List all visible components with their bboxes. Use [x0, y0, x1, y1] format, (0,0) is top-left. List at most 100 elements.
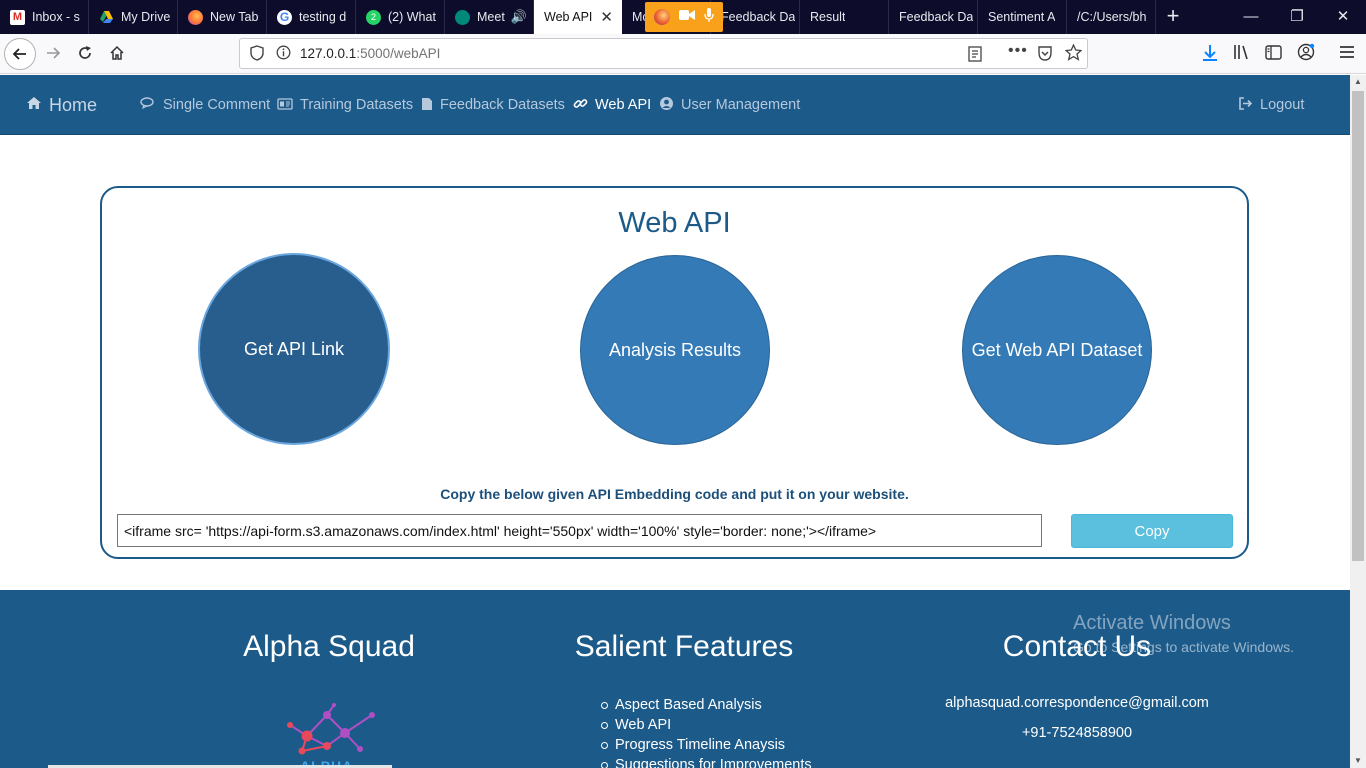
embed-code-field[interactable] — [117, 514, 1042, 547]
forward-button[interactable] — [37, 38, 69, 70]
browser-tab[interactable]: Result — [800, 0, 889, 34]
close-window-button[interactable]: ✕ — [1320, 0, 1366, 34]
browser-tab[interactable]: /C:/Users/bh — [1067, 0, 1156, 34]
back-button[interactable] — [4, 38, 36, 70]
contact-phone: +91-7524858900 — [1021, 725, 1133, 741]
comments-icon — [140, 97, 156, 113]
google-icon: G — [277, 9, 292, 25]
nav-single-comment[interactable]: Single Comment — [140, 75, 270, 135]
tab-label: Feedback Da — [721, 10, 796, 24]
restore-button[interactable]: ❐ — [1274, 0, 1320, 34]
firefox-icon — [188, 9, 203, 25]
reload-button[interactable] — [69, 38, 101, 70]
browser-tab-active[interactable]: Web API ✕ — [534, 0, 622, 34]
analysis-results-button[interactable]: Analysis Results — [580, 255, 770, 445]
browser-tab[interactable]: Meet 🔊 — [445, 0, 534, 34]
feature-item: Aspect Based Analysis — [601, 695, 812, 715]
id-card-icon — [277, 97, 293, 113]
browser-tab[interactable]: Sentiment A — [978, 0, 1067, 34]
bullet-icon — [601, 701, 608, 709]
url-host: 127.0.0.1 — [300, 46, 357, 61]
tab-label: Web API — [544, 10, 593, 24]
library-icon[interactable] — [1233, 44, 1251, 65]
home-button[interactable] — [101, 38, 133, 70]
nav-user-management[interactable]: User Management — [659, 75, 800, 135]
new-tab-button[interactable]: + — [1160, 4, 1186, 30]
tab-label: /C:/Users/bh — [1077, 10, 1147, 24]
browser-tab[interactable]: New Tab — [178, 0, 267, 34]
feature-label: Suggestions for Improvements — [615, 757, 812, 768]
scrollbar-thumb[interactable] — [1352, 91, 1364, 561]
shield-icon[interactable] — [250, 45, 264, 64]
feature-label: Progress Timeline Anaysis — [615, 737, 786, 753]
features-list: Aspect Based Analysis Web API Progress T… — [601, 695, 812, 768]
browser-tab[interactable]: G testing d — [267, 0, 356, 34]
address-bar[interactable]: 127.0.0.1:5000/webAPI ••• — [239, 38, 1088, 69]
scroll-up-arrow-icon[interactable]: ▲ — [1350, 75, 1366, 89]
nav-home-label: Home — [49, 94, 98, 115]
google-drive-icon — [99, 10, 114, 25]
feature-item: Suggestions for Improvements — [601, 755, 812, 768]
tab-label: testing d — [299, 10, 347, 24]
firefox-icon — [653, 9, 670, 25]
browser-tab[interactable]: 2 (2) What — [356, 0, 445, 34]
feature-label: Aspect Based Analysis — [615, 697, 762, 713]
tab-label: New Tab — [210, 10, 259, 24]
close-tab-icon[interactable]: ✕ — [600, 8, 613, 26]
browser-navbar: 127.0.0.1:5000/webAPI ••• — [0, 34, 1366, 74]
copy-button[interactable]: Copy — [1071, 514, 1233, 548]
get-web-api-dataset-button[interactable]: Get Web API Dataset — [962, 255, 1152, 445]
nav-home[interactable]: Home — [26, 75, 97, 135]
browser-tab[interactable]: Feedback Da — [889, 0, 978, 34]
nav-web-api[interactable]: Web API — [573, 75, 651, 135]
link-icon — [573, 96, 588, 114]
nav-label: Single Comment — [163, 97, 271, 113]
nav-label: Training Datasets — [300, 97, 414, 113]
page-title: Web API — [618, 207, 731, 239]
feature-item: Web API — [601, 715, 812, 735]
browser-tab[interactable]: M Inbox - s — [0, 0, 89, 34]
nav-feedback-datasets[interactable]: Feedback Datasets — [421, 75, 565, 135]
nav-label: User Management — [681, 97, 801, 113]
bookmark-star-icon[interactable] — [1064, 43, 1083, 64]
whatsapp-icon: 2 — [366, 9, 381, 25]
minimize-button[interactable]: — — [1228, 0, 1274, 34]
app-navbar: Home Single Comment Training Datasets Fe… — [0, 75, 1350, 135]
alpha-squad-logo: ALPHA — [282, 703, 378, 768]
menu-icon[interactable] — [1339, 45, 1355, 64]
tab-label: Inbox - s — [32, 10, 80, 24]
account-icon[interactable] — [1297, 43, 1315, 66]
sign-out-icon — [1238, 97, 1253, 113]
windows-activation-text: Go to Settings to activate Windows. — [1073, 639, 1294, 655]
page-actions-icon[interactable]: ••• — [1008, 42, 1028, 60]
pocket-icon[interactable] — [1037, 46, 1053, 64]
bullet-icon — [601, 721, 608, 729]
browser-tab[interactable]: My Drive — [89, 0, 178, 34]
sharing-indicator[interactable] — [645, 2, 723, 32]
tab-label: Result — [810, 10, 846, 24]
sidebar-icon[interactable] — [1265, 45, 1282, 65]
browser-tab-strip: M Inbox - s My Drive New Tab G testing d… — [0, 0, 1366, 34]
logout-label: Logout — [1260, 97, 1305, 113]
reader-view-icon[interactable] — [968, 46, 982, 65]
scroll-down-arrow-icon[interactable]: ▼ — [1350, 754, 1366, 768]
google-meet-icon — [455, 9, 470, 25]
bullet-icon — [601, 741, 608, 749]
nav-training-datasets[interactable]: Training Datasets — [277, 75, 413, 135]
bullet-icon — [601, 761, 608, 768]
home-icon — [26, 96, 42, 115]
browser-tab[interactable]: Feedback Da — [711, 0, 800, 34]
page-scrollbar[interactable]: ▲ ▼ — [1350, 75, 1366, 768]
windows-activation-title: Activate Windows — [1073, 612, 1231, 634]
tab-label: Meet — [477, 10, 505, 24]
url-path: :5000/webAPI — [356, 46, 441, 61]
speaker-icon[interactable]: 🔊 — [511, 9, 527, 25]
user-circle-icon — [659, 96, 674, 114]
nav-logout[interactable]: Logout — [1238, 75, 1304, 135]
info-icon[interactable] — [276, 45, 291, 63]
microphone-icon — [704, 7, 714, 27]
downloads-icon[interactable] — [1202, 44, 1218, 67]
file-icon — [421, 97, 433, 114]
get-api-link-button[interactable]: Get API Link — [198, 253, 390, 445]
contact-email[interactable]: alphasquad.correspondence@gmail.com — [927, 695, 1227, 711]
